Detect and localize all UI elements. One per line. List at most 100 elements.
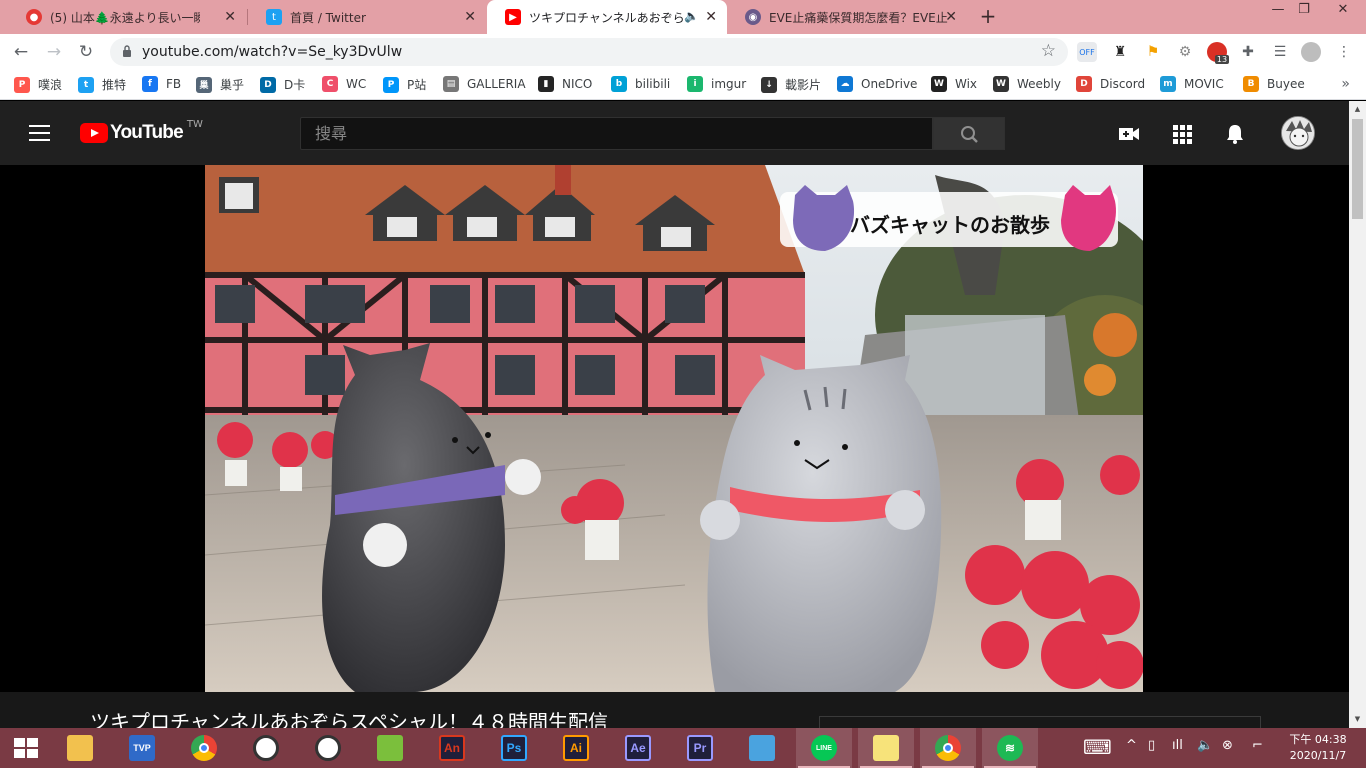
file-explorer-icon[interactable] (64, 732, 96, 764)
bookmark-7[interactable]: ▤ GALLERIA (443, 76, 526, 92)
bookmark-8[interactable]: ▮ NICO (538, 76, 592, 92)
network-icon[interactable]: ıll (1172, 738, 1183, 753)
address-bar[interactable]: youtube.com/watch?v=Se_ky3DvUlw ☆ (110, 38, 1068, 66)
youtube-play-icon (80, 123, 108, 143)
browser-toolbar: ← → ↻ youtube.com/watch?v=Se_ky3DvUlw ☆ … (0, 34, 1366, 70)
tab-youtube-active[interactable]: ▶ ツキプロチャンネルあおぞら 🔈 ✕ (487, 0, 727, 34)
illustrator-icon[interactable]: Ai (560, 732, 592, 764)
bookmark-label: 載影片 (785, 78, 822, 92)
bookmark-4[interactable]: D D卡 (260, 76, 305, 93)
ext-orange-icon[interactable]: ⚑ (1143, 42, 1163, 62)
audio-playing-icon[interactable]: 🔈 (684, 9, 699, 23)
bookmark-icon: W (931, 76, 947, 92)
tab-twitter[interactable]: t 首頁 / Twitter ✕ (248, 0, 486, 34)
page-scrollbar[interactable]: ▲ ▼ (1349, 101, 1366, 728)
tab-eve[interactable]: ◉ EVE止痛藥保質期怎麼看？EVE止 ✕ (727, 0, 967, 34)
bookmark-9[interactable]: b bilibili (611, 76, 670, 92)
bookmark-label: 推特 (102, 78, 127, 92)
bookmark-1[interactable]: t 推特 (78, 76, 126, 93)
close-icon[interactable]: ✕ (945, 9, 957, 25)
youtube-logo[interactable]: YouTube TW (80, 119, 203, 144)
bookmark-14[interactable]: W Weebly (993, 76, 1061, 92)
bookmark-label: OneDrive (861, 77, 918, 91)
bookmark-13[interactable]: W Wix (931, 76, 977, 92)
after-effects-icon[interactable]: Ae (622, 732, 654, 764)
clip-studio-icon[interactable] (250, 732, 282, 764)
illustrator-icon-glyph: Ai (563, 735, 589, 761)
menu-dots-icon[interactable]: ⋮ (1334, 42, 1354, 62)
bookmark-icon: 巢 (196, 76, 212, 93)
close-window-button[interactable]: ✕ (1320, 0, 1366, 22)
forward-arrow-icon[interactable]: → (44, 42, 64, 62)
search-button[interactable] (933, 117, 1005, 150)
bookmark-5[interactable]: C WC (322, 76, 366, 92)
tray-chevron-icon[interactable]: ^ (1126, 738, 1137, 753)
bookmark-label: D卡 (284, 78, 306, 92)
eve-favicon-icon: ◉ (745, 9, 761, 25)
create-video-icon[interactable] (1118, 123, 1140, 145)
ext-bicycle-icon[interactable]: ⚙ (1175, 42, 1195, 62)
bookmark-15[interactable]: D Discord (1076, 76, 1145, 92)
url-text[interactable]: youtube.com/watch?v=Se_ky3DvUlw (142, 44, 402, 60)
bookmark-star-icon[interactable]: ☆ (1041, 41, 1056, 61)
keyboard-icon[interactable]: ⌨ (1083, 735, 1112, 759)
animate-icon-glyph: An (439, 735, 465, 761)
line-icon[interactable]: LINE (808, 732, 840, 764)
bookmark-0[interactable]: P 噗浪 (14, 76, 62, 93)
new-tab-button[interactable]: + (976, 5, 1000, 29)
media-list-icon[interactable]: ☰ (1270, 42, 1290, 62)
premiere-icon[interactable]: Pr (684, 732, 716, 764)
bookmarks-overflow-button[interactable]: » (1341, 76, 1350, 92)
back-arrow-icon[interactable]: ← (11, 42, 31, 62)
bookmark-2[interactable]: f FB (142, 76, 181, 92)
scroll-thumb[interactable] (1352, 119, 1363, 219)
clip-studio-2-icon[interactable] (312, 732, 344, 764)
puzzle-icon[interactable]: ✚ (1238, 42, 1258, 62)
bookmark-label: imgur (711, 77, 747, 91)
close-icon[interactable]: ✕ (705, 9, 717, 25)
clock[interactable]: 下午 04:38 2020/11/7 (1285, 732, 1351, 764)
guide-menu-icon[interactable] (29, 125, 50, 141)
tab-yamamoto[interactable]: ● (5) 山本🌲永遠より長い一瞬◀|46 ✕ (8, 0, 246, 34)
animate-icon[interactable]: An (436, 732, 468, 764)
watch-page: バズキャットのお散歩 ツキプロチャンネルあおぞらスペシャル！４８時間生配信 (0, 165, 1349, 728)
bookmark-12[interactable]: ☁ OneDrive (837, 76, 917, 92)
scroll-up-icon[interactable]: ▲ (1349, 101, 1366, 118)
bookmark-11[interactable]: ↓ 載影片 (761, 76, 821, 93)
lock-icon (123, 45, 131, 57)
after-effects-icon-glyph: Ae (625, 735, 651, 761)
notifications-bell-icon[interactable] (1224, 123, 1246, 145)
scroll-down-icon[interactable]: ▼ (1349, 711, 1366, 728)
spotify-icon[interactable]: ≋ (994, 732, 1026, 764)
close-icon[interactable]: ✕ (464, 9, 476, 25)
apps-grid-icon[interactable] (1171, 123, 1193, 145)
profile-icon[interactable] (1301, 42, 1321, 62)
windows-start-icon[interactable] (10, 732, 42, 764)
ime-icon[interactable]: ⌐ (1252, 738, 1263, 753)
status-x-icon[interactable]: ⊗ (1222, 738, 1233, 753)
ext-red-badge-icon[interactable]: 13 (1207, 42, 1230, 64)
video-player[interactable]: バズキャットのお散歩 (205, 165, 1143, 692)
photoshop-icon[interactable]: Ps (498, 732, 530, 764)
bookmark-17[interactable]: B Buyee (1243, 76, 1305, 92)
bookmark-16[interactable]: m MOVIC (1160, 76, 1224, 92)
bookmark-6[interactable]: P P站 (383, 76, 426, 93)
chrome-icon[interactable] (188, 732, 220, 764)
tennis-icon[interactable] (374, 732, 406, 764)
search-field[interactable] (300, 117, 933, 150)
device-icon[interactable]: ▯ (1148, 738, 1155, 753)
user-avatar[interactable] (1281, 116, 1315, 150)
volume-icon[interactable]: 🔈 (1197, 738, 1213, 753)
bookmark-10[interactable]: i imgur (687, 76, 746, 92)
search-input[interactable] (301, 118, 932, 149)
bookmark-icon: t (78, 76, 94, 93)
close-icon[interactable]: ✕ (224, 9, 236, 25)
bookmark-3[interactable]: 巢巢乎 (196, 76, 244, 93)
reload-icon[interactable]: ↻ (76, 42, 96, 62)
tampermonkey-off-icon[interactable]: OFF (1077, 42, 1097, 62)
paint-icon[interactable] (746, 732, 778, 764)
notes-icon[interactable] (870, 732, 902, 764)
hat-icon[interactable]: ♜ (1110, 42, 1130, 62)
chrome-running-icon[interactable] (932, 732, 964, 764)
tvp-icon[interactable]: TVP (126, 732, 158, 764)
